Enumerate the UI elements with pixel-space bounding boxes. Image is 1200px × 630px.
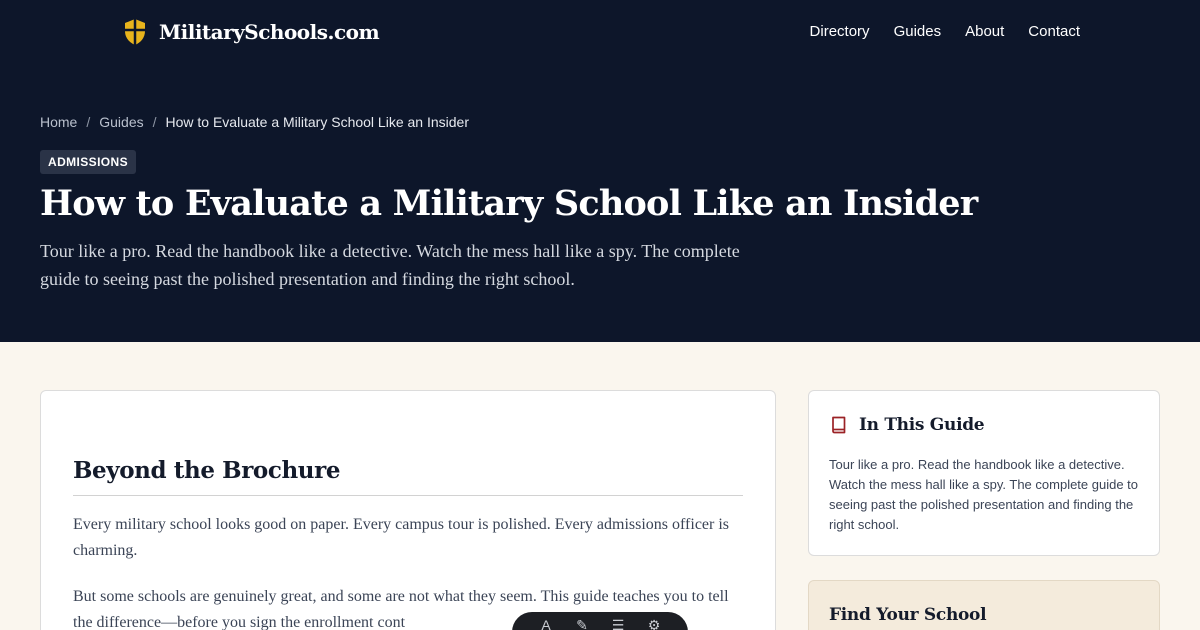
text-size-icon[interactable]: A [538, 617, 554, 630]
breadcrumb-separator: / [86, 114, 91, 130]
guide-summary-header: In This Guide [829, 415, 985, 435]
brand-logo-link[interactable]: MilitarySchools.com [123, 18, 380, 46]
page-title: How to Evaluate a Military School Like a… [40, 183, 978, 224]
breadcrumb-home[interactable]: Home [40, 114, 77, 130]
breadcrumb-guides[interactable]: Guides [99, 114, 143, 130]
nav-link-contact[interactable]: Contact [1028, 23, 1080, 40]
category-badge: ADMISSIONS [40, 150, 137, 174]
nav-link-guides[interactable]: Guides [894, 23, 942, 40]
nav-link-about[interactable]: About [965, 23, 1004, 40]
shield-icon [125, 19, 145, 45]
menu-icon[interactable]: ☰ [610, 617, 626, 630]
page-subtitle: Tour like a pro. Read the handbook like … [40, 241, 740, 289]
heading-divider [73, 495, 743, 496]
breadcrumb-current: How to Evaluate a Military School Like a… [165, 114, 469, 130]
breadcrumb-separator: / [152, 114, 157, 130]
settings-icon[interactable]: ⚙ [646, 617, 662, 630]
guide-summary-title: In This Guide [859, 415, 985, 435]
brand-name: MilitarySchools.com [159, 20, 380, 44]
guide-summary-card: In This Guide Tour like a pro. Read the … [808, 390, 1160, 556]
article-card: Beyond the Brochure Every military schoo… [40, 390, 776, 630]
highlight-icon[interactable]: ✎ [574, 617, 590, 630]
section-heading: Beyond the Brochure [73, 457, 341, 484]
nav-link-directory[interactable]: Directory [810, 23, 870, 40]
main-nav: Directory Guides About Contact [810, 23, 1080, 40]
hero-section: MilitarySchools.com Directory Guides Abo… [0, 0, 1200, 342]
top-navigation: MilitarySchools.com Directory Guides Abo… [0, 0, 1200, 64]
book-icon [832, 416, 846, 434]
guide-summary-text: Tour like a pro. Read the handbook like … [829, 457, 1139, 532]
article-paragraph: Every military school looks good on pape… [73, 516, 730, 559]
find-school-card: Find Your School [808, 580, 1160, 630]
find-school-title: Find Your School [829, 605, 987, 625]
floating-toolbar: A ✎ ☰ ⚙ [512, 612, 688, 630]
breadcrumb: Home / Guides / How to Evaluate a Milita… [40, 114, 469, 130]
